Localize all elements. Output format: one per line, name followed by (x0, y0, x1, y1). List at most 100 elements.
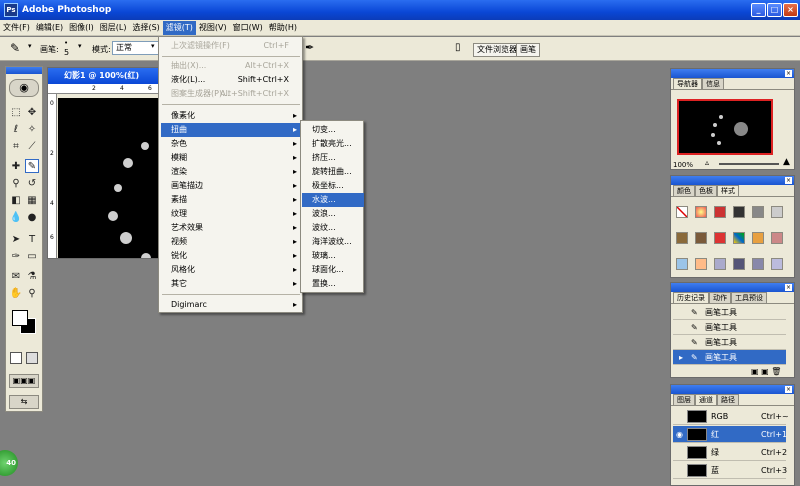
start-button[interactable]: 40 (0, 450, 18, 476)
menu-item-brush-strokes[interactable]: 画笔描边 ▸ (161, 179, 301, 193)
style-swatch[interactable] (676, 258, 688, 270)
marquee-tool-icon[interactable]: ⬚ (9, 105, 23, 119)
slice-tool-icon[interactable]: ⟋ (25, 139, 39, 153)
magic-wand-icon[interactable]: ✧ (25, 122, 39, 136)
shape-tool-icon[interactable]: ▭ (25, 249, 39, 263)
menu-item-distort[interactable]: 扭曲 ▸ (161, 123, 301, 137)
standard-mode-icon[interactable] (10, 352, 22, 364)
style-swatch[interactable] (771, 232, 783, 244)
zoom-tool-icon[interactable]: ⚲ (25, 286, 39, 300)
style-swatch[interactable] (733, 206, 745, 218)
lasso-tool-icon[interactable]: ℓ (9, 122, 23, 136)
zoom-in-icon[interactable]: ▲ (783, 157, 790, 167)
minimize-button[interactable]: _ (751, 3, 766, 17)
maximize-button[interactable]: □ (767, 3, 782, 17)
document-title[interactable]: 幻影1 @ 100%(红) (48, 68, 158, 84)
document-window[interactable]: 幻影1 @ 100%(红) 2 4 6 0 2 4 6 (47, 67, 159, 263)
menu-item-pattern-maker[interactable]: 图案生成器(P)... Alt+Shift+Ctrl+X (161, 87, 301, 101)
menu-item-sharpen[interactable]: 锐化 ▸ (161, 249, 301, 263)
menu-view[interactable]: 视图(V) (196, 21, 230, 35)
menu-item-artistic[interactable]: 艺术效果 ▸ (161, 221, 301, 235)
airbrush-icon[interactable]: ✒ (305, 41, 314, 54)
tab-file-browser[interactable]: 文件浏览器 (473, 43, 521, 57)
palette-well-icon[interactable]: ▯ (455, 42, 461, 53)
tab-paths[interactable]: 路径 (717, 394, 739, 405)
menu-item-liquify[interactable]: 液化(L)... Shift+Ctrl+X (161, 73, 301, 87)
close-icon[interactable]: × (785, 70, 792, 77)
close-button[interactable]: × (783, 3, 798, 17)
menu-item-video[interactable]: 视频 ▸ (161, 235, 301, 249)
submenu-item-displace[interactable]: 置换... (302, 277, 364, 291)
menu-item-render[interactable]: 渲染 ▸ (161, 165, 301, 179)
tab-navigator[interactable]: 导航器 (673, 78, 702, 89)
style-swatch[interactable] (676, 232, 688, 244)
brush-tool-icon[interactable]: ✎ (10, 41, 20, 55)
menu-edit[interactable]: 编辑(E) (33, 21, 66, 35)
menu-item-texture[interactable]: 纹理 ▸ (161, 207, 301, 221)
crop-tool-icon[interactable]: ⌗ (9, 139, 23, 153)
brush-dropdown-icon[interactable]: ▾ (28, 42, 32, 50)
dodge-tool-icon[interactable]: ● (25, 210, 39, 224)
stamp-tool-icon[interactable]: ⚲ (9, 176, 23, 190)
style-swatch[interactable] (771, 258, 783, 270)
submenu-item-polar[interactable]: 极坐标... (302, 179, 364, 193)
channel-row-rgb[interactable]: RGB Ctrl+~ (673, 408, 789, 425)
menu-item-noise[interactable]: 杂色 ▸ (161, 137, 301, 151)
tab-brushes[interactable]: 画笔 (516, 43, 540, 57)
menu-select[interactable]: 选择(S) (129, 21, 162, 35)
gradient-tool-icon[interactable]: ▦ (25, 193, 39, 207)
eye-icon[interactable]: ◉ (676, 426, 683, 443)
screen-mode-icons[interactable]: ▣▣▣ (9, 374, 39, 388)
style-swatch[interactable] (714, 232, 726, 244)
submenu-item-diffuse-glow[interactable]: 扩散亮光... (302, 137, 364, 151)
brush-size[interactable]: 5 (64, 48, 69, 57)
submenu-item-spherize[interactable]: 球面化... (302, 263, 364, 277)
menu-item-other[interactable]: 其它 ▸ (161, 277, 301, 291)
submenu-item-wave[interactable]: 波浪... (302, 207, 364, 221)
channel-row-green[interactable]: 绿 Ctrl+2 (673, 444, 787, 461)
tab-color[interactable]: 颜色 (673, 185, 695, 196)
tab-actions[interactable]: 动作 (709, 292, 731, 303)
menu-item-digimarc[interactable]: Digimarc ▸ (161, 298, 301, 312)
menu-help[interactable]: 帮助(H) (266, 21, 300, 35)
path-select-icon[interactable]: ➤ (9, 232, 23, 246)
menu-item-sketch[interactable]: 素描 ▸ (161, 193, 301, 207)
style-swatch[interactable] (695, 258, 707, 270)
style-swatch[interactable] (771, 206, 783, 218)
submenu-item-pinch[interactable]: 挤压... (302, 151, 364, 165)
submenu-item-shear[interactable]: 切变... (302, 123, 364, 137)
menu-item-last-filter[interactable]: 上次滤镜操作(F) Ctrl+F (161, 39, 301, 53)
blur-tool-icon[interactable]: 💧 (9, 210, 23, 224)
history-row[interactable]: ✎ 画笔工具 (673, 335, 786, 350)
style-swatch[interactable] (714, 258, 726, 270)
submenu-item-ocean-ripple[interactable]: 海洋波纹... (302, 235, 364, 249)
jump-to-imageready-icon[interactable]: ⇆ (9, 395, 39, 409)
tab-swatches[interactable]: 色板 (695, 185, 717, 196)
menu-layer[interactable]: 图层(L) (97, 21, 130, 35)
notes-tool-icon[interactable]: ✉ (9, 269, 23, 283)
menu-item-pixelate[interactable]: 像素化 ▸ (161, 109, 301, 123)
style-swatch[interactable] (695, 206, 707, 218)
menu-filter[interactable]: 滤镜(T) (162, 20, 196, 35)
brush-tool-selected-icon[interactable]: ✎ (25, 159, 39, 173)
style-swatch[interactable] (733, 232, 745, 244)
image-canvas[interactable] (58, 98, 158, 263)
style-none-swatch[interactable] (676, 206, 688, 218)
healing-brush-icon[interactable]: ✚ (9, 159, 23, 173)
mode-dropdown-icon[interactable]: ▾ (151, 42, 155, 50)
menu-item-extract[interactable]: 抽出(X)... Alt+Ctrl+X (161, 59, 301, 73)
submenu-item-twirl[interactable]: 旋转扭曲... (302, 165, 364, 179)
submenu-item-ripple[interactable]: 波纹... (302, 221, 364, 235)
foreground-color-swatch[interactable] (12, 310, 28, 326)
tab-info[interactable]: 信息 (702, 78, 724, 89)
close-icon[interactable]: × (785, 177, 792, 184)
tab-layers[interactable]: 图层 (673, 394, 695, 405)
submenu-item-glass[interactable]: 玻璃... (302, 249, 364, 263)
channel-row-blue[interactable]: 蓝 Ctrl+3 (673, 462, 787, 479)
menu-item-blur[interactable]: 模糊 ▸ (161, 151, 301, 165)
close-icon[interactable]: × (785, 386, 792, 393)
type-tool-icon[interactable]: T (25, 232, 39, 246)
zoom-value[interactable]: 100% (673, 161, 693, 169)
channel-row-red[interactable]: ◉ 红 Ctrl+1 (673, 426, 787, 443)
adobe-online-icon[interactable]: ◉ (9, 79, 39, 97)
